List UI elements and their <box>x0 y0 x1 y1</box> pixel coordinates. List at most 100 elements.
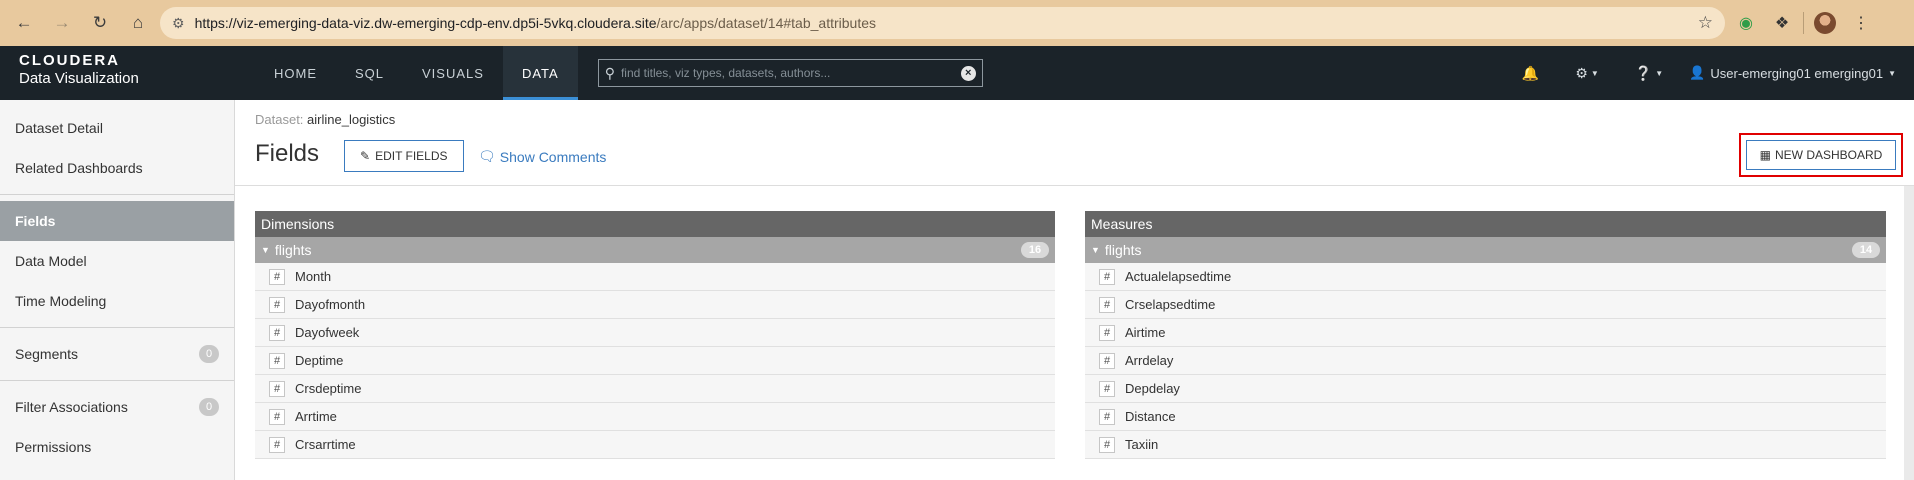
edit-fields-button[interactable]: ✎ EDIT FIELDS <box>344 140 464 172</box>
sidebar-item-label: Filter Associations <box>15 399 128 415</box>
numeric-type-icon: # <box>269 408 285 425</box>
dimension-field-row[interactable]: # Dayofweek <box>255 319 1055 347</box>
sidebar-item-label: Data Model <box>15 253 87 269</box>
dimension-field-row[interactable]: # Crsdeptime <box>255 375 1055 403</box>
extensions-puzzle-icon[interactable]: ❖ <box>1767 8 1797 38</box>
forward-icon[interactable]: → <box>46 7 78 39</box>
browser-menu-icon[interactable]: ⋮ <box>1846 8 1876 38</box>
dimensions-panel: Dimensions ▼ flights 16 # Month # Dayofmon… <box>255 211 1055 459</box>
home-icon[interactable]: ⌂ <box>122 7 154 39</box>
sidebar-item-dataset-detail[interactable]: Dataset Detail <box>0 108 234 148</box>
pencil-icon: ✎ <box>360 149 371 163</box>
cloudera-logo: CLOUDERA <box>19 52 120 69</box>
field-name: Dayofmonth <box>295 297 366 312</box>
search-input[interactable] <box>620 66 955 80</box>
measures-group-flights[interactable]: ▼ flights 14 <box>1085 237 1886 263</box>
segments-count-badge: 0 <box>199 345 219 363</box>
bookmark-star-icon[interactable]: ☆ <box>1698 13 1713 33</box>
dimension-field-row[interactable]: # Arrtime <box>255 403 1055 431</box>
notifications-bell-icon[interactable]: 🔔 <box>1504 65 1557 82</box>
sidebar-divider <box>0 327 234 328</box>
numeric-type-icon: # <box>1099 380 1115 397</box>
collapse-triangle-icon: ▼ <box>261 245 270 255</box>
field-name: Airtime <box>1125 325 1166 340</box>
top-nav: HOME SQL VISUALS DATA <box>255 46 578 100</box>
page-title: Fields <box>255 140 320 167</box>
field-name: Arrtime <box>295 409 337 424</box>
measure-field-row[interactable]: # Taxiin <box>1085 431 1886 459</box>
nav-data[interactable]: DATA <box>502 46 578 100</box>
measures-header: Measures <box>1085 211 1886 237</box>
measures-panel: Measures ▼ flights 14 # Actualelapsedtime… <box>1085 211 1886 459</box>
new-dashboard-label: NEW DASHBOARD <box>1775 148 1883 162</box>
dimension-field-row[interactable]: # Month <box>255 263 1055 291</box>
clear-search-icon[interactable]: × <box>960 65 976 81</box>
measure-field-row[interactable]: # Distance <box>1085 403 1886 431</box>
field-name: Crsarrtime <box>295 437 356 452</box>
nav-visuals[interactable]: VISUALS <box>403 46 503 100</box>
numeric-type-icon: # <box>269 296 285 313</box>
field-name: Arrdelay <box>1125 353 1174 368</box>
search-icon: ⚲ <box>604 64 615 81</box>
sidebar-item-label: Dataset Detail <box>15 120 103 136</box>
content-divider <box>235 185 1914 186</box>
nav-sql[interactable]: SQL <box>336 46 403 100</box>
numeric-type-icon: # <box>269 352 285 369</box>
numeric-type-icon: # <box>269 436 285 453</box>
settings-gear-icon[interactable]: ⚙ ▼ <box>1557 65 1616 82</box>
measure-field-row[interactable]: # Crselapsedtime <box>1085 291 1886 319</box>
field-name: Crsdeptime <box>295 381 362 396</box>
sidebar-item-related-dashboards[interactable]: Related Dashboards <box>0 148 234 188</box>
dimension-field-row[interactable]: # Crsarrtime <box>255 431 1055 459</box>
brand[interactable]: CLOUDERA Data Visualization <box>0 46 245 100</box>
product-name: Data Visualization <box>19 70 139 87</box>
address-bar[interactable]: ⚙ https://viz-emerging-data-viz.dw-emerg… <box>160 7 1725 39</box>
measure-field-row[interactable]: # Arrdelay <box>1085 347 1886 375</box>
site-info-icon[interactable]: ⚙ <box>172 15 185 32</box>
show-comments-link[interactable]: 🗨 Show Comments <box>478 148 606 165</box>
url-text[interactable]: https://viz-emerging-data-viz.dw-emergin… <box>195 15 1688 31</box>
reload-icon[interactable]: ↻ <box>84 7 116 39</box>
show-comments-label: Show Comments <box>499 148 607 165</box>
new-dashboard-button[interactable]: ▦ NEW DASHBOARD <box>1746 140 1896 170</box>
sidebar-item-label: Permissions <box>15 439 92 455</box>
browser-toolbar: ← → ↻ ⌂ ⚙ https://viz-emerging-data-viz.… <box>0 0 1914 46</box>
dimensions-group-flights[interactable]: ▼ flights 16 <box>255 237 1055 263</box>
field-name: Crselapsedtime <box>1125 297 1216 312</box>
field-name: Distance <box>1125 409 1176 424</box>
dimension-field-row[interactable]: # Dayofmonth <box>255 291 1055 319</box>
numeric-type-icon: # <box>1099 352 1115 369</box>
measure-field-row[interactable]: # Airtime <box>1085 319 1886 347</box>
sidebar-item-permissions[interactable]: Permissions <box>0 427 234 467</box>
numeric-type-icon: # <box>269 324 285 341</box>
numeric-type-icon: # <box>269 268 285 285</box>
measure-field-row[interactable]: # Depdelay <box>1085 375 1886 403</box>
sidebar-item-filter-associations[interactable]: Filter Associations 0 <box>0 387 234 427</box>
help-icon[interactable]: ❔ ▼ <box>1617 65 1681 82</box>
sidebar-item-time-modeling[interactable]: Time Modeling <box>0 281 234 321</box>
nav-home[interactable]: HOME <box>255 46 336 100</box>
numeric-type-icon: # <box>1099 296 1115 313</box>
extension-eye-icon[interactable]: ◉ <box>1731 8 1761 38</box>
sidebar-item-data-model[interactable]: Data Model <box>0 241 234 281</box>
sidebar-item-label: Segments <box>15 346 79 362</box>
field-name: Actualelapsedtime <box>1125 269 1232 284</box>
dataset-sidebar: Dataset Detail Related Dashboards Fields… <box>0 100 235 480</box>
vertical-scrollbar[interactable] <box>1904 186 1914 480</box>
back-icon[interactable]: ← <box>8 7 40 39</box>
field-name: Dayofweek <box>295 325 360 340</box>
numeric-type-icon: # <box>1099 324 1115 341</box>
user-menu[interactable]: 👤 User-emerging01 emerging01 ▼ <box>1681 65 1896 81</box>
toolbar-divider <box>1803 12 1804 34</box>
field-name: Month <box>295 269 332 284</box>
header-tools: 🔔 ⚙ ▼ ❔ ▼ 👤 User-emerging01 emerging01 ▼ <box>1504 46 1914 100</box>
sidebar-item-segments[interactable]: Segments 0 <box>0 334 234 374</box>
field-name: Taxiin <box>1125 437 1159 452</box>
measure-field-row[interactable]: # Actualelapsedtime <box>1085 263 1886 291</box>
dimension-field-row[interactable]: # Deptime <box>255 347 1055 375</box>
measures-count-badge: 14 <box>1852 242 1880 258</box>
numeric-type-icon: # <box>1099 436 1115 453</box>
sidebar-item-fields[interactable]: Fields <box>0 201 234 241</box>
profile-avatar[interactable] <box>1810 8 1840 38</box>
app-header: CLOUDERA Data Visualization HOME SQL VIS… <box>0 46 1914 100</box>
